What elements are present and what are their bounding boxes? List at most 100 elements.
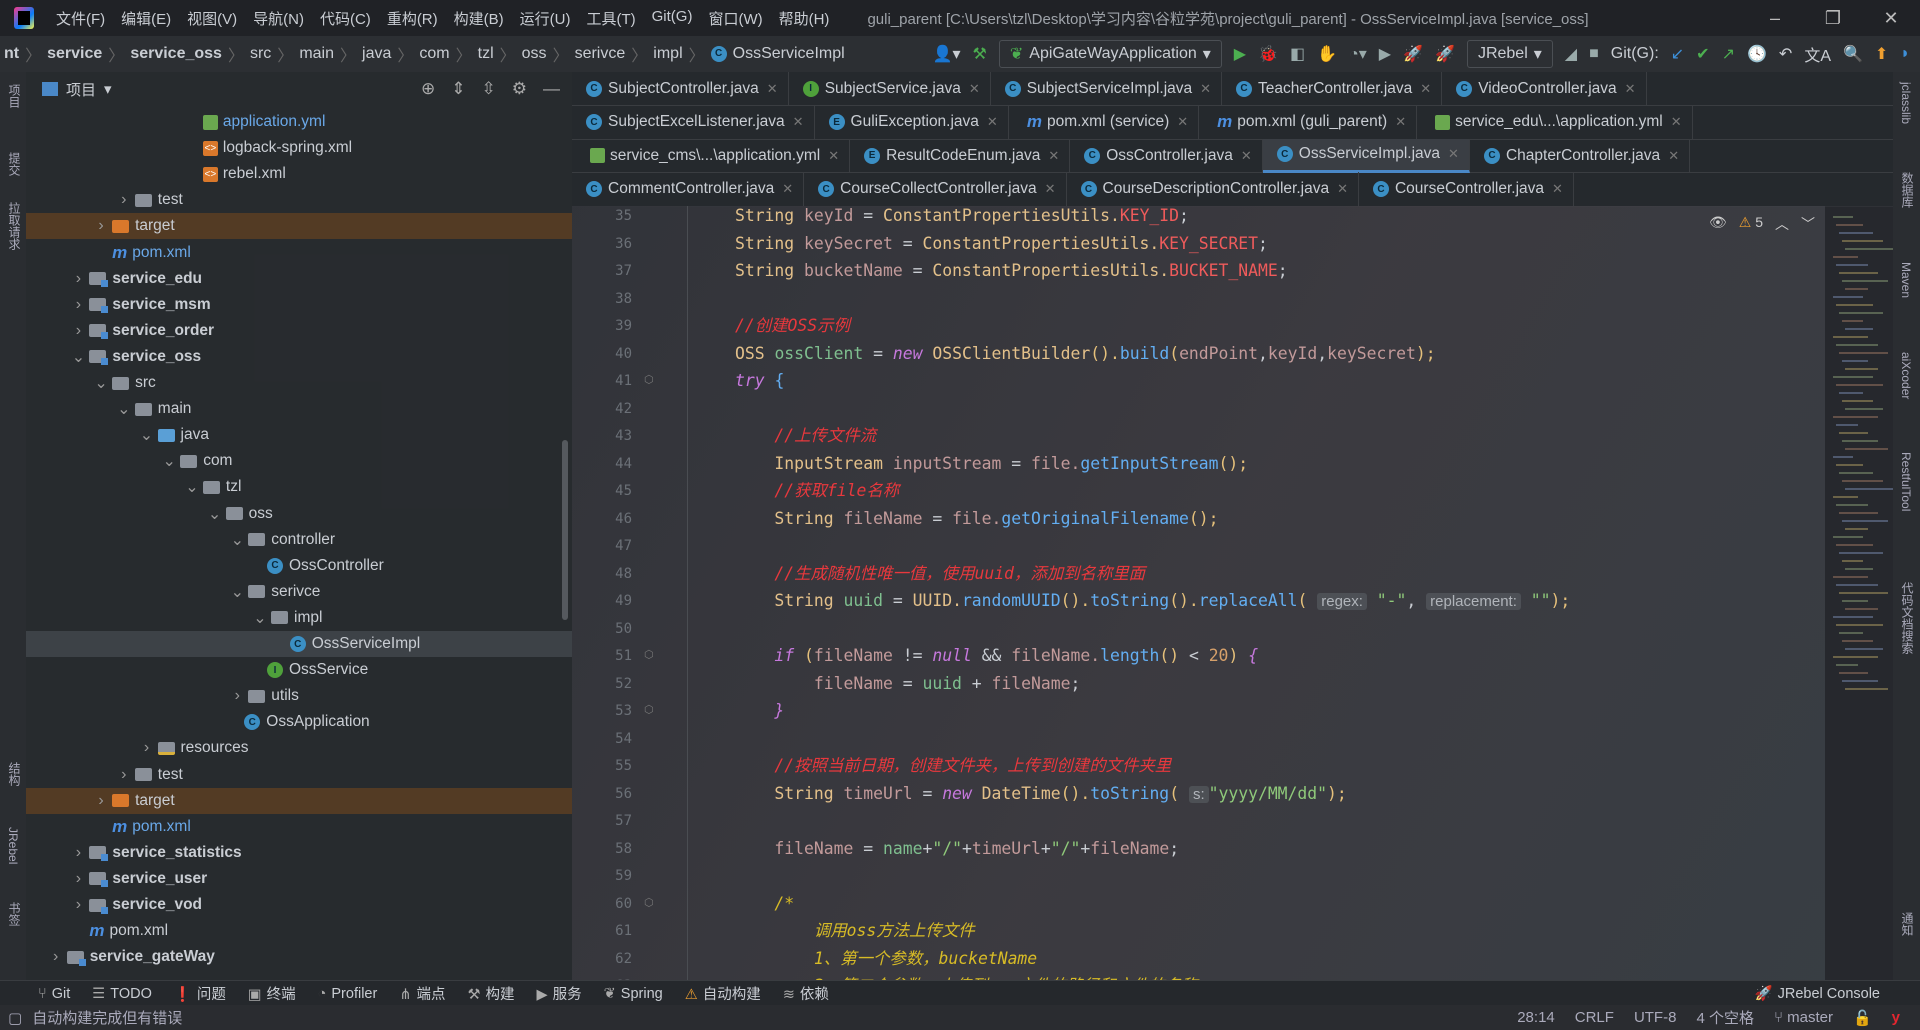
close-tab-icon[interactable]: ✕ <box>1241 148 1252 164</box>
locate-icon[interactable]: ⊕ <box>421 79 435 99</box>
file-encoding[interactable]: UTF-8 <box>1634 1009 1677 1026</box>
tree-item[interactable]: ⌄ src <box>26 370 572 396</box>
close-tab-icon[interactable]: ✕ <box>1045 181 1056 197</box>
tool-window-button[interactable]: ▶ 服务 <box>536 983 581 1004</box>
breadcrumb-item[interactable]: main <box>295 45 338 63</box>
tree-item[interactable]: <> logback-spring.xml <box>26 135 572 161</box>
tree-item[interactable]: › service_order <box>26 318 572 344</box>
code-line[interactable]: if (fileName != null && fileName.length(… <box>656 642 1258 669</box>
chevron-right-icon[interactable]: › <box>71 322 85 340</box>
code-line[interactable]: 1、第一个参数，bucketName <box>656 945 1037 972</box>
tree-item[interactable]: m pom.xml <box>26 814 572 840</box>
editor-tab[interactable]: C SubjectController.java ✕ <box>572 71 789 106</box>
caret-position[interactable]: 28:14 <box>1517 1009 1555 1026</box>
run-config-select[interactable]: ❦ ApiGateWayApplication ▾ <box>998 40 1222 68</box>
breadcrumb-item[interactable]: serivce <box>571 45 630 63</box>
gear-icon[interactable]: ⚙ <box>512 79 527 99</box>
chevron-down-icon[interactable]: ⌄ <box>230 530 244 550</box>
breadcrumb-item[interactable]: java <box>358 45 395 63</box>
tree-item[interactable]: m pom.xml <box>26 240 572 266</box>
close-tab-icon[interactable]: ✕ <box>1671 114 1682 130</box>
tool-window-button[interactable]: ⚠ 自动构建 <box>685 983 761 1004</box>
close-tab-icon[interactable]: ✕ <box>1177 114 1188 130</box>
tree-item[interactable]: ⌄ oss <box>26 501 572 527</box>
editor-tab[interactable]: C VideoController.java ✕ <box>1442 71 1647 106</box>
breadcrumb-item[interactable]: service <box>43 45 106 63</box>
editor-tab[interactable]: C OssController.java ✕ <box>1070 138 1263 173</box>
editor-tab[interactable]: E ResultCodeEnum.java ✕ <box>850 138 1071 173</box>
reader-mode-icon[interactable]: 👁 <box>1709 214 1727 234</box>
editor-tab[interactable]: m pom.xml (guli_parent) ✕ <box>1199 105 1418 139</box>
code-line[interactable]: String uuid = UUID.randomUUID().toString… <box>656 587 1570 614</box>
chevron-down-icon[interactable]: ▾ <box>104 80 112 98</box>
restore-icon[interactable]: ❐ <box>1804 0 1862 36</box>
menu-item[interactable]: 导航(N) <box>245 8 312 29</box>
search-icon[interactable]: 🔍 <box>1843 44 1863 64</box>
code-line[interactable]: //生成随机性唯一值，使用uuid，添加到名称里面 <box>656 560 1145 587</box>
right-strip-6[interactable]: 通知 <box>1899 912 1916 936</box>
tool-window-button[interactable]: ❦ Spring <box>604 986 663 1002</box>
chevron-right-icon[interactable]: › <box>49 948 63 966</box>
right-strip-5[interactable]: 代码文档搜索 <box>1899 582 1916 654</box>
tool-window-button[interactable]: ⑂ Git <box>38 986 70 1002</box>
editor-tab[interactable]: service_cms\...\application.yml ✕ <box>572 138 851 173</box>
jrebel-debug-icon[interactable]: 🚀 <box>1435 44 1455 64</box>
tree-item[interactable]: ⌄ serivce <box>26 579 572 605</box>
close-tab-icon[interactable]: ✕ <box>1337 181 1348 197</box>
menu-item[interactable]: 帮助(H) <box>771 8 838 29</box>
git-push-icon[interactable]: ↗ <box>1722 44 1735 64</box>
code-line[interactable]: 2、第二个参数，上传到oss文件的路径和文件的名称 <box>656 972 1198 980</box>
menu-item[interactable]: 构建(B) <box>446 8 512 29</box>
code-line[interactable]: //按照当前日期，创建文件夹，上传到创建的文件夹里 <box>656 752 1171 779</box>
chevron-right-icon[interactable]: › <box>94 792 108 810</box>
chevron-right-icon[interactable]: › <box>117 191 131 209</box>
line-separator[interactable]: CRLF <box>1575 1009 1614 1026</box>
chevron-down-icon[interactable]: ⌄ <box>253 608 267 628</box>
tree-item[interactable]: ⌄ service_oss <box>26 344 572 370</box>
tool-window-button[interactable]: ◔ Profiler <box>318 986 378 1002</box>
breadcrumb-file[interactable]: C OssServiceImpl <box>707 45 849 63</box>
code-line[interactable]: fileName = name+"/"+timeUrl+"/"+fileName… <box>656 835 1179 862</box>
breadcrumb-item[interactable]: src <box>246 45 275 63</box>
menu-item[interactable]: 视图(V) <box>179 8 245 29</box>
project-title[interactable]: 项目 <box>66 79 96 100</box>
breadcrumb-item[interactable]: tzl <box>474 45 498 63</box>
tree-item[interactable]: › utils <box>26 683 572 709</box>
right-strip-3[interactable]: aiXcoder <box>1899 352 1913 399</box>
menu-item[interactable]: 运行(U) <box>512 8 579 29</box>
tool-window-button[interactable]: ❗ 问题 <box>174 983 226 1004</box>
code-line[interactable]: //上传文件流 <box>656 422 876 449</box>
editor-tab[interactable]: C SubjectExcelListener.java ✕ <box>572 105 815 139</box>
editor-tab[interactable]: C TeacherController.java ✕ <box>1222 71 1443 106</box>
chevron-down-icon[interactable]: ⌄ <box>162 451 176 471</box>
git-commit-icon[interactable]: ✔ <box>1696 44 1709 64</box>
indent-setting[interactable]: 4 个空格 <box>1696 1007 1754 1028</box>
editor-tab[interactable]: C CourseController.java ✕ <box>1359 172 1574 206</box>
right-strip-2[interactable]: Maven <box>1899 262 1913 298</box>
jrebel-select[interactable]: JRebel ▾ <box>1466 40 1553 68</box>
toolbox-icon[interactable]: ◗ <box>1900 45 1910 63</box>
chevron-right-icon[interactable]: › <box>71 296 85 314</box>
menu-item[interactable]: 窗口(W) <box>700 8 770 29</box>
tree-item[interactable]: C OssServiceImpl <box>26 631 572 657</box>
editor-tab[interactable]: C OssServiceImpl.java ✕ <box>1262 138 1470 173</box>
left-strip-5[interactable]: 书签 <box>6 902 23 926</box>
close-tab-icon[interactable]: ✕ <box>1668 148 1679 164</box>
close-tab-icon[interactable]: ✕ <box>1625 81 1636 97</box>
left-strip-2[interactable]: 拉取请求 <box>6 202 23 250</box>
tool-window-button[interactable]: ⚒ 构建 <box>467 983 514 1004</box>
code-line[interactable]: String timeUrl = new DateTime().toString… <box>656 780 1347 807</box>
tree-item[interactable]: › service_msm <box>26 292 572 318</box>
git-branch[interactable]: ⑂ master <box>1774 1009 1833 1026</box>
breadcrumb-item[interactable]: service_oss <box>126 45 226 63</box>
fold-marker-icon[interactable]: ⬡ <box>644 896 654 909</box>
chevron-down-icon[interactable]: ﹀ <box>1801 214 1815 234</box>
run-icon[interactable]: ▶ <box>1234 44 1246 64</box>
chevron-right-icon[interactable]: › <box>140 739 154 757</box>
tree-item[interactable]: › test <box>26 762 572 788</box>
tree-item[interactable]: › service_vod <box>26 892 572 918</box>
code-line[interactable]: String bucketName = ConstantPropertiesUt… <box>656 257 1288 284</box>
tree-item[interactable]: › service_edu <box>26 266 572 292</box>
close-tab-icon[interactable]: ✕ <box>1448 146 1459 162</box>
chevron-right-icon[interactable]: › <box>94 217 108 235</box>
